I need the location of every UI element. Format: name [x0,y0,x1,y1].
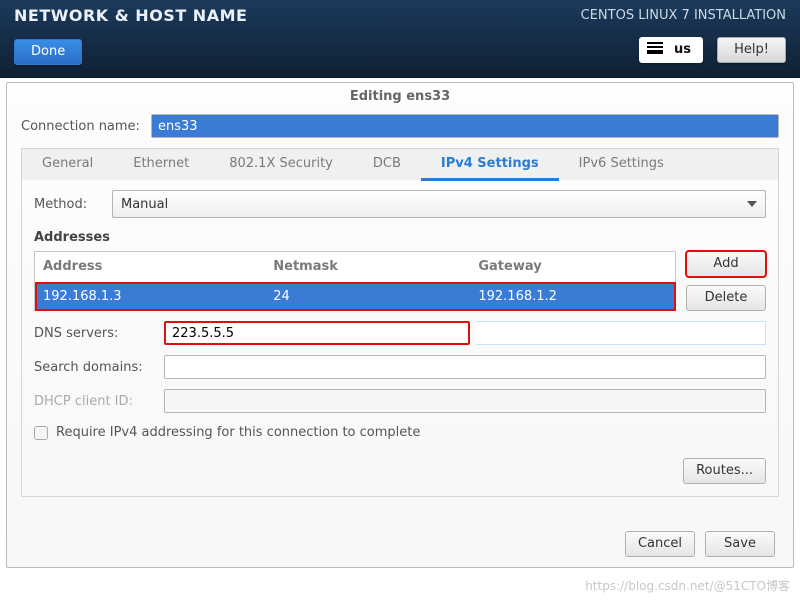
page-title: NETWORK & HOST NAME [14,6,247,25]
help-button[interactable]: Help! [717,37,786,63]
table-row[interactable]: 192.168.1.3 24 192.168.1.2 [35,282,676,310]
method-value: Manual [121,197,168,212]
col-address: Address [35,252,266,283]
tab-ipv6[interactable]: IPv6 Settings [559,149,684,180]
dialog-title: Editing ens33 [7,83,793,110]
keyboard-icon [647,42,663,54]
tab-general[interactable]: General [22,149,113,180]
settings-tabs: General Ethernet 802.1X Security DCB IPv… [21,148,779,180]
delete-address-button[interactable]: Delete [686,285,766,311]
col-gateway: Gateway [470,252,675,283]
cell-gateway[interactable]: 192.168.1.2 [470,282,675,310]
dhcp-client-id-input[interactable] [164,389,766,413]
require-ipv4-label: Require IPv4 addressing for this connect… [56,425,420,440]
require-ipv4-checkbox[interactable]: Require IPv4 addressing for this connect… [34,425,766,440]
dns-label: DNS servers: [34,326,164,341]
addresses-table[interactable]: Address Netmask Gateway 192.168.1.3 24 1… [34,251,676,311]
cancel-button[interactable]: Cancel [625,531,695,557]
dhcp-client-id-label: DHCP client ID: [34,394,164,409]
keyboard-layout-indicator[interactable]: us [639,37,703,63]
dns-input[interactable] [164,321,470,345]
chevron-down-icon [747,201,757,207]
method-label: Method: [34,197,112,212]
edit-connection-dialog: Editing ens33 Connection name: General E… [6,82,794,568]
tab-ethernet[interactable]: Ethernet [113,149,209,180]
keyboard-layout-label: us [674,42,691,57]
connection-name-input[interactable] [151,114,779,138]
tab-dcb[interactable]: DCB [353,149,421,180]
col-netmask: Netmask [265,252,470,283]
connection-name-label: Connection name: [21,119,151,134]
tab-security[interactable]: 802.1X Security [209,149,353,180]
checkbox-icon [34,426,48,440]
cell-address[interactable]: 192.168.1.3 [35,282,266,310]
add-address-button[interactable]: Add [686,251,766,277]
routes-button[interactable]: Routes... [683,458,766,484]
done-button[interactable]: Done [14,39,82,65]
product-name: CENTOS LINUX 7 INSTALLATION [581,8,786,23]
tab-ipv4[interactable]: IPv4 Settings [421,149,559,181]
dns-input-extend[interactable] [476,321,767,345]
installer-header: NETWORK & HOST NAME Done CENTOS LINUX 7 … [0,0,800,78]
method-combo[interactable]: Manual [112,190,766,218]
search-domains-label: Search domains: [34,360,164,375]
ipv4-panel: Method: Manual Addresses Address Netmask… [21,180,779,497]
cell-netmask[interactable]: 24 [265,282,470,310]
table-header-row: Address Netmask Gateway [35,252,676,283]
watermark: https://blog.csdn.net/@51CTO博客 [585,577,790,594]
addresses-heading: Addresses [34,230,766,245]
save-button[interactable]: Save [705,531,775,557]
search-domains-input[interactable] [164,355,766,379]
